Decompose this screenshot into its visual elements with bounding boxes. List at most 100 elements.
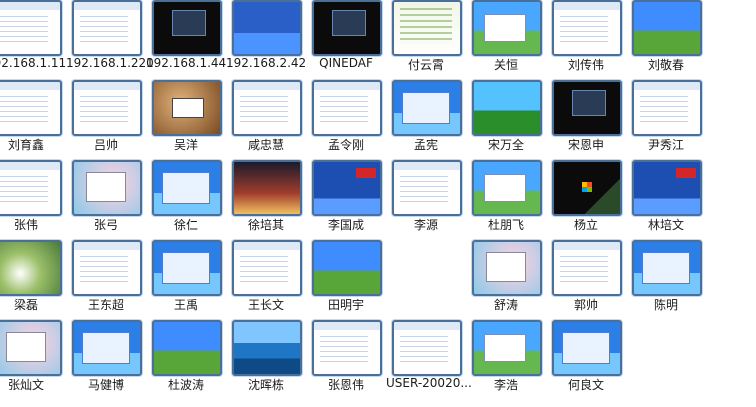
computer-tile[interactable]: 舒涛 [472,240,542,316]
screen-thumbnail[interactable] [152,160,222,216]
computer-tile[interactable]: 杨立 [552,160,622,236]
computer-tile[interactable]: 192.168.1.11 [0,0,66,76]
computer-tile[interactable]: 关恒 [472,0,542,76]
screen-thumbnail[interactable] [152,0,222,56]
computer-name-label: 杜朋飞 [487,218,524,232]
computer-name-label: 王东超 [87,298,124,312]
screen-thumbnail[interactable] [72,320,142,376]
screen-thumbnail[interactable] [312,80,382,136]
computer-tile[interactable]: 孟宪 [392,80,462,156]
computer-tile[interactable]: 马健博 [72,320,142,396]
screen-thumbnail[interactable] [312,0,382,56]
screen-thumbnail[interactable] [152,80,222,136]
computer-tile[interactable]: 杜朋飞 [472,160,542,236]
computer-tile[interactable]: 何良文 [552,320,622,396]
screen-thumbnail[interactable] [312,240,382,296]
screen-thumbnail[interactable] [472,80,542,136]
screen-thumbnail[interactable] [0,80,62,136]
screen-thumbnail[interactable] [472,320,542,376]
screen-thumbnail[interactable] [392,160,462,216]
screen-thumbnail[interactable] [552,80,622,136]
computer-tile[interactable]: 李国成 [312,160,382,236]
computer-name-label: 宋万全 [487,138,524,152]
thumbnail-row: 张伟 张弓 徐仁 徐培其 李国成 李源 杜朋飞 杨立 林培文 [0,160,752,240]
computer-tile[interactable]: 张伟 [0,160,62,236]
screen-thumbnail[interactable] [632,80,702,136]
computer-tile[interactable]: 陈明 [632,240,702,316]
screen-thumbnail[interactable] [72,80,142,136]
computer-tile[interactable]: 宋恩申 [552,80,622,156]
screen-thumbnail[interactable] [232,320,302,376]
screen-thumbnail[interactable] [472,240,542,296]
screen-thumbnail[interactable] [632,240,702,296]
screen-thumbnail[interactable] [392,0,462,56]
computer-name-label: 吴洋 [173,138,198,152]
computer-tile[interactable]: 孟令刚 [312,80,382,156]
computer-name-label: 沈晖栋 [247,378,284,392]
screen-thumbnail[interactable] [152,320,222,376]
computer-tile[interactable]: 李源 [392,160,462,236]
computer-tile[interactable]: 徐培其 [232,160,302,236]
computer-name-label: 张灿文 [7,378,44,392]
computer-name-label: 王长文 [247,298,284,312]
computer-name-label: 李浩 [493,378,518,392]
computer-tile[interactable]: 徐仁 [152,160,222,236]
computer-tile[interactable]: 吴洋 [152,80,222,156]
screen-thumbnail[interactable] [72,240,142,296]
computer-name-label: 张弓 [93,218,118,232]
screen-thumbnail[interactable] [152,240,222,296]
screen-thumbnail[interactable] [312,320,382,376]
computer-tile[interactable]: USER-20020... [386,320,472,396]
computer-tile[interactable]: 沈晖栋 [232,320,302,396]
screen-thumbnail[interactable] [392,320,462,376]
computer-name-label: 王禹 [173,298,198,312]
screen-thumbnail[interactable] [0,0,62,56]
computer-tile[interactable]: 刘育鑫 [0,80,62,156]
computer-tile[interactable]: 林培文 [632,160,702,236]
computer-tile[interactable]: 张恩伟 [312,320,382,396]
computer-tile[interactable]: 田明宇 [312,240,382,316]
computer-tile[interactable]: 付云霄 [392,0,462,76]
screen-thumbnail[interactable] [552,240,622,296]
computer-name-label: 192.168.1.11 [0,56,67,70]
computer-tile[interactable]: QINEDAF [312,0,382,76]
screen-thumbnail[interactable] [472,0,542,56]
computer-tile[interactable]: 刘敬春 [632,0,702,76]
computer-name-label: 李国成 [327,218,364,232]
computer-tile[interactable]: 192.168.1.220 [66,0,154,76]
computer-tile[interactable]: 宋万全 [472,80,542,156]
computer-tile[interactable]: 梁磊 [0,240,62,316]
computer-tile[interactable]: 咸忠慧 [232,80,302,156]
computer-tile[interactable]: 杜波涛 [152,320,222,396]
computer-tile[interactable]: 刘传伟 [552,0,622,76]
screen-thumbnail[interactable] [552,160,622,216]
computer-tile[interactable]: 王东超 [72,240,142,316]
screen-thumbnail[interactable] [0,320,62,376]
computer-tile[interactable]: 王长文 [232,240,302,316]
screen-thumbnail[interactable] [392,80,462,136]
screen-thumbnail[interactable] [632,160,702,216]
screen-thumbnail[interactable] [312,160,382,216]
screen-thumbnail[interactable] [232,160,302,216]
screen-thumbnail[interactable] [552,320,622,376]
computer-tile[interactable]: 尹秀江 [632,80,702,156]
computer-tile[interactable]: 张灿文 [0,320,62,396]
computer-tile[interactable]: 张弓 [72,160,142,236]
screen-thumbnail[interactable] [0,240,62,296]
screen-thumbnail[interactable] [232,80,302,136]
computer-name-label: 刘传伟 [567,58,604,72]
computer-tile[interactable]: 吕帅 [72,80,142,156]
computer-tile[interactable]: 192.168.2.42 [226,0,306,76]
computer-tile[interactable]: 王禹 [152,240,222,316]
screen-thumbnail[interactable] [472,160,542,216]
screen-thumbnail[interactable] [232,240,302,296]
computer-tile[interactable]: 192.168.1.44 [146,0,226,76]
screen-thumbnail[interactable] [632,0,702,56]
screen-thumbnail[interactable] [552,0,622,56]
computer-tile[interactable]: 郭帅 [552,240,622,316]
screen-thumbnail[interactable] [232,0,302,56]
screen-thumbnail[interactable] [72,160,142,216]
computer-tile[interactable]: 李浩 [472,320,542,396]
screen-thumbnail[interactable] [72,0,142,56]
screen-thumbnail[interactable] [0,160,62,216]
